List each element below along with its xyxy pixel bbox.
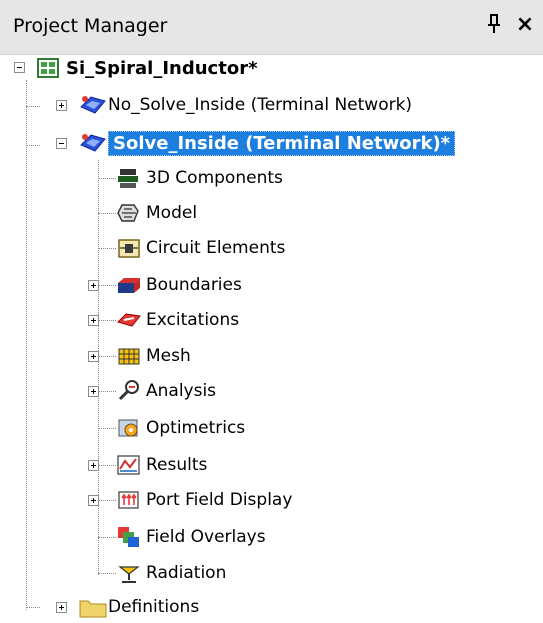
field-overlays-icon [116, 525, 142, 549]
3d-components-icon [116, 166, 142, 190]
boundaries-icon [116, 273, 142, 297]
tree-node-radiation[interactable]: Radiation [116, 558, 226, 588]
mesh-icon [116, 344, 142, 368]
node-label: Results [146, 455, 208, 475]
design-label-selected: Solve_Inside (Terminal Network)* [108, 130, 456, 156]
node-label: Radiation [146, 563, 227, 583]
tree-line [98, 320, 116, 321]
tree-line [98, 391, 116, 392]
tree-line [26, 106, 40, 107]
node-label: 3D Components [146, 168, 283, 188]
tree-node-port-field-display[interactable]: Port Field Display [116, 485, 292, 515]
tree-node-model[interactable]: Model [116, 198, 197, 228]
node-label: Optimetrics [146, 418, 246, 438]
tree-node-results[interactable]: Results [116, 450, 207, 480]
tree-line [98, 465, 116, 466]
tree-node-3d-components[interactable]: 3D Components [116, 163, 283, 193]
tree-node-field-overlays[interactable]: Field Overlays [116, 522, 266, 552]
folder-icon [78, 595, 107, 619]
tree-line [98, 428, 116, 429]
results-icon [116, 453, 142, 477]
tree-node-mesh[interactable]: Mesh [116, 341, 191, 371]
tree-line [98, 178, 116, 179]
node-label: Boundaries [146, 275, 242, 295]
excitations-expand-toggle[interactable] [88, 315, 99, 326]
node-label: Analysis [146, 381, 217, 401]
hfss-design-icon [78, 93, 106, 117]
tree-node-design-no-solve-inside[interactable]: No_Solve_Inside (Terminal Network) [78, 90, 412, 120]
node-label: Excitations [146, 310, 240, 330]
project-icon [36, 56, 62, 80]
results-expand-toggle[interactable] [88, 460, 99, 471]
tree-node-excitations[interactable]: Excitations [116, 305, 239, 335]
close-icon[interactable]: × [514, 12, 536, 37]
tree-line [98, 537, 116, 538]
root-collapse-toggle[interactable] [14, 62, 25, 73]
tree-node-analysis[interactable]: Analysis [116, 376, 216, 406]
node-label: Circuit Elements [146, 238, 286, 258]
tree-line [26, 607, 40, 608]
optimetrics-icon [116, 416, 142, 440]
tree-node-boundaries[interactable]: Boundaries [116, 270, 242, 300]
tree-line [98, 573, 116, 574]
panel-title: Project Manager [13, 15, 168, 37]
port-field-display-icon [116, 488, 142, 512]
tree-line [98, 160, 99, 575]
panel-titlebar: Project Manager × [0, 0, 543, 55]
node-label: Field Overlays [146, 527, 266, 547]
tree-line [26, 80, 27, 610]
tree-line [98, 213, 116, 214]
tree-node-project[interactable]: Si_Spiral_Inductor* [36, 53, 258, 83]
port-field-display-expand-toggle[interactable] [88, 495, 99, 506]
definitions-expand-toggle[interactable] [56, 602, 67, 613]
boundaries-expand-toggle[interactable] [88, 280, 99, 291]
tree-node-design-solve-inside[interactable]: Solve_Inside (Terminal Network)* [78, 128, 456, 158]
project-label: Si_Spiral_Inductor* [66, 57, 258, 79]
tree-node-circuit-elements[interactable]: Circuit Elements [116, 233, 285, 263]
tree-line [98, 248, 116, 249]
design-expand-toggle[interactable] [56, 100, 67, 111]
mesh-expand-toggle[interactable] [88, 351, 99, 362]
excitations-icon [116, 308, 142, 332]
radiation-icon [116, 561, 142, 585]
node-label: Model [146, 203, 198, 223]
tree-node-optimetrics[interactable]: Optimetrics [116, 413, 245, 443]
hfss-design-icon [78, 131, 106, 155]
tree-line [98, 500, 116, 501]
tree-line [98, 285, 116, 286]
model-icon [116, 201, 142, 225]
circuit-elements-icon [116, 236, 142, 260]
analysis-expand-toggle[interactable] [88, 386, 99, 397]
analysis-icon [116, 379, 142, 403]
node-label: Port Field Display [146, 490, 293, 510]
design-collapse-toggle[interactable] [56, 138, 67, 149]
design-label: No_Solve_Inside (Terminal Network) [108, 95, 413, 115]
node-label: Definitions [108, 597, 200, 617]
tree-line [98, 356, 116, 357]
node-label: Mesh [146, 346, 191, 366]
tree-line [26, 145, 40, 146]
pin-icon[interactable] [484, 14, 504, 38]
